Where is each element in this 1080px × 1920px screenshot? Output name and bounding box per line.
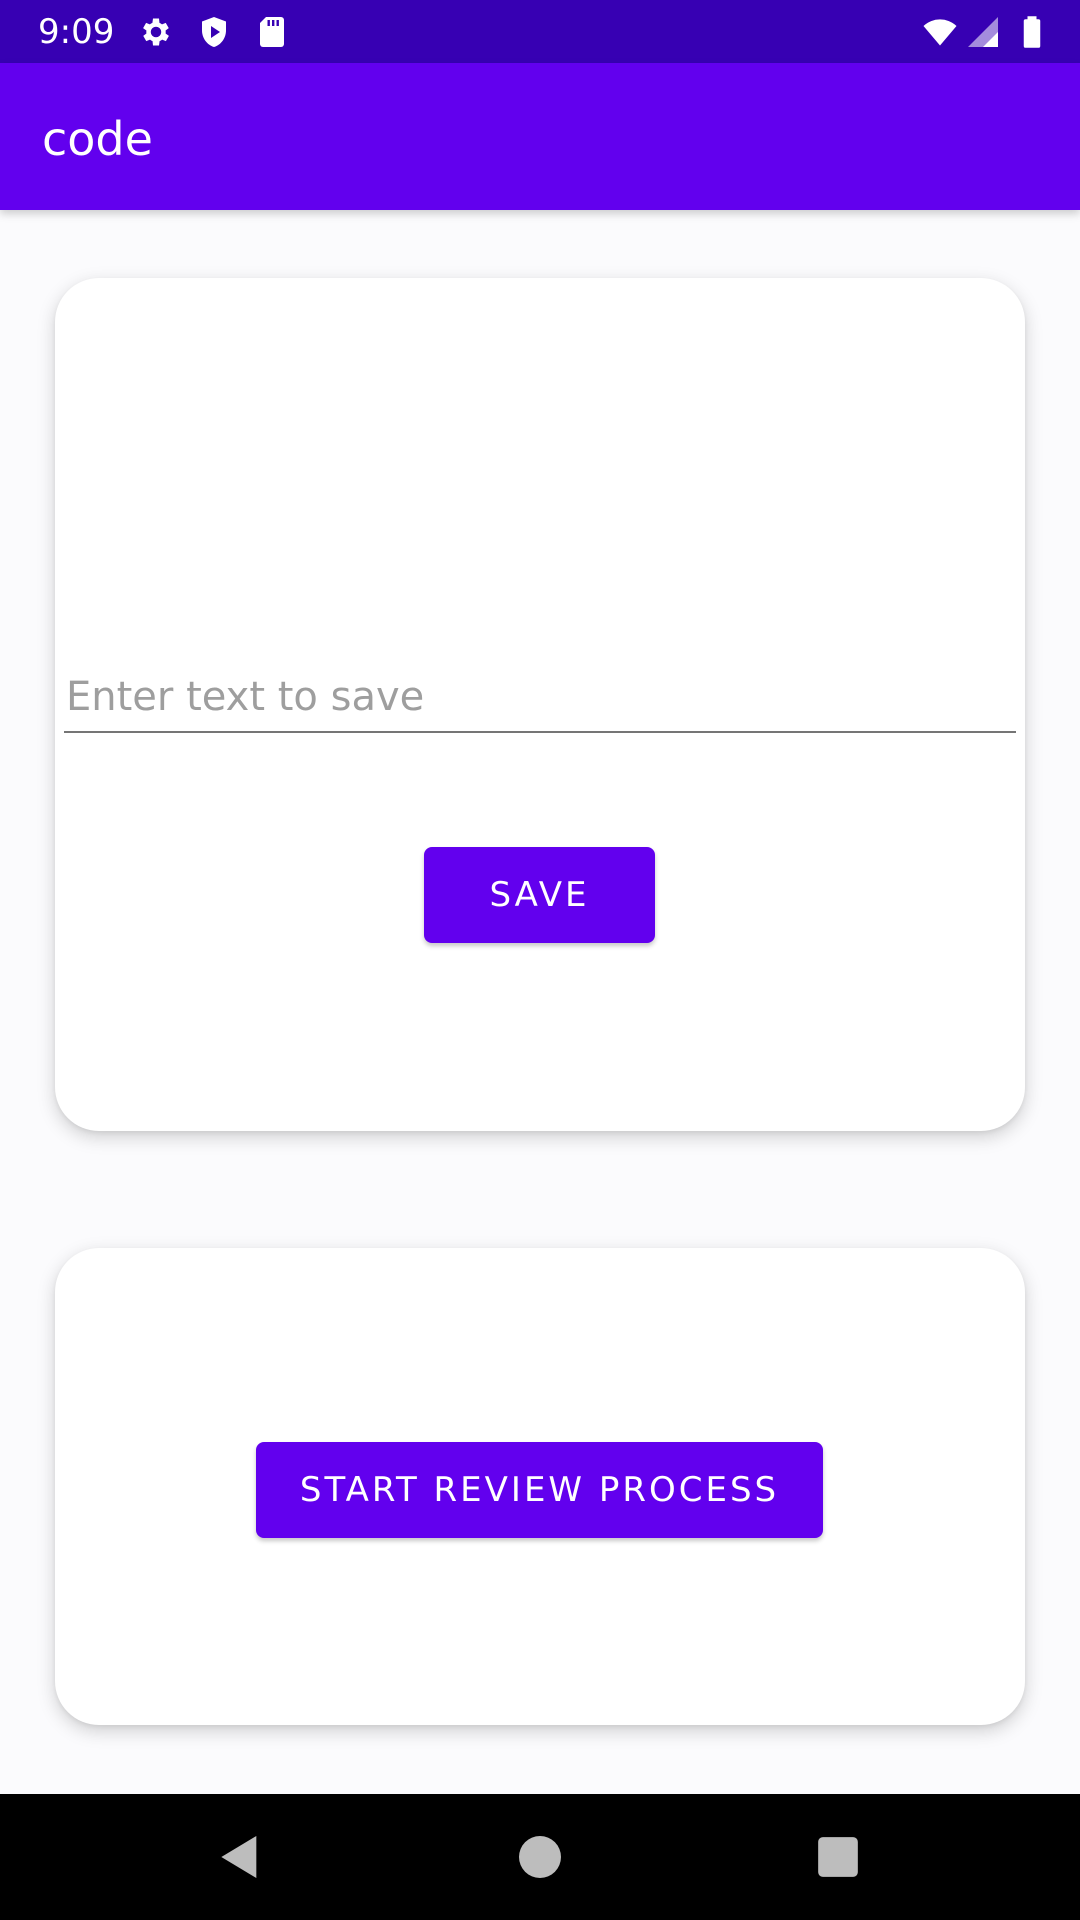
gear-icon [138,14,174,50]
status-bar: 9:09 [0,0,1080,63]
back-icon[interactable] [212,1829,268,1885]
text-input[interactable] [64,663,1016,733]
signal-icon [965,14,1001,50]
battery-icon [1014,14,1050,50]
recents-icon[interactable] [810,1829,866,1885]
save-button-label: SAVE [489,875,590,915]
app-bar: code [0,63,1080,210]
start-review-button[interactable]: START REVIEW PROCESS [256,1442,823,1538]
save-button[interactable]: SAVE [424,847,655,943]
shield-play-icon [196,14,232,50]
app-title: code [42,112,153,166]
wifi-icon [922,14,958,50]
save-card: SAVE [55,278,1025,1131]
sd-card-icon [254,14,290,50]
navigation-bar [0,1794,1080,1920]
home-icon[interactable] [512,1829,568,1885]
start-review-button-label: START REVIEW PROCESS [299,1470,780,1510]
status-time: 9:09 [38,12,115,52]
review-card: START REVIEW PROCESS [55,1248,1025,1725]
